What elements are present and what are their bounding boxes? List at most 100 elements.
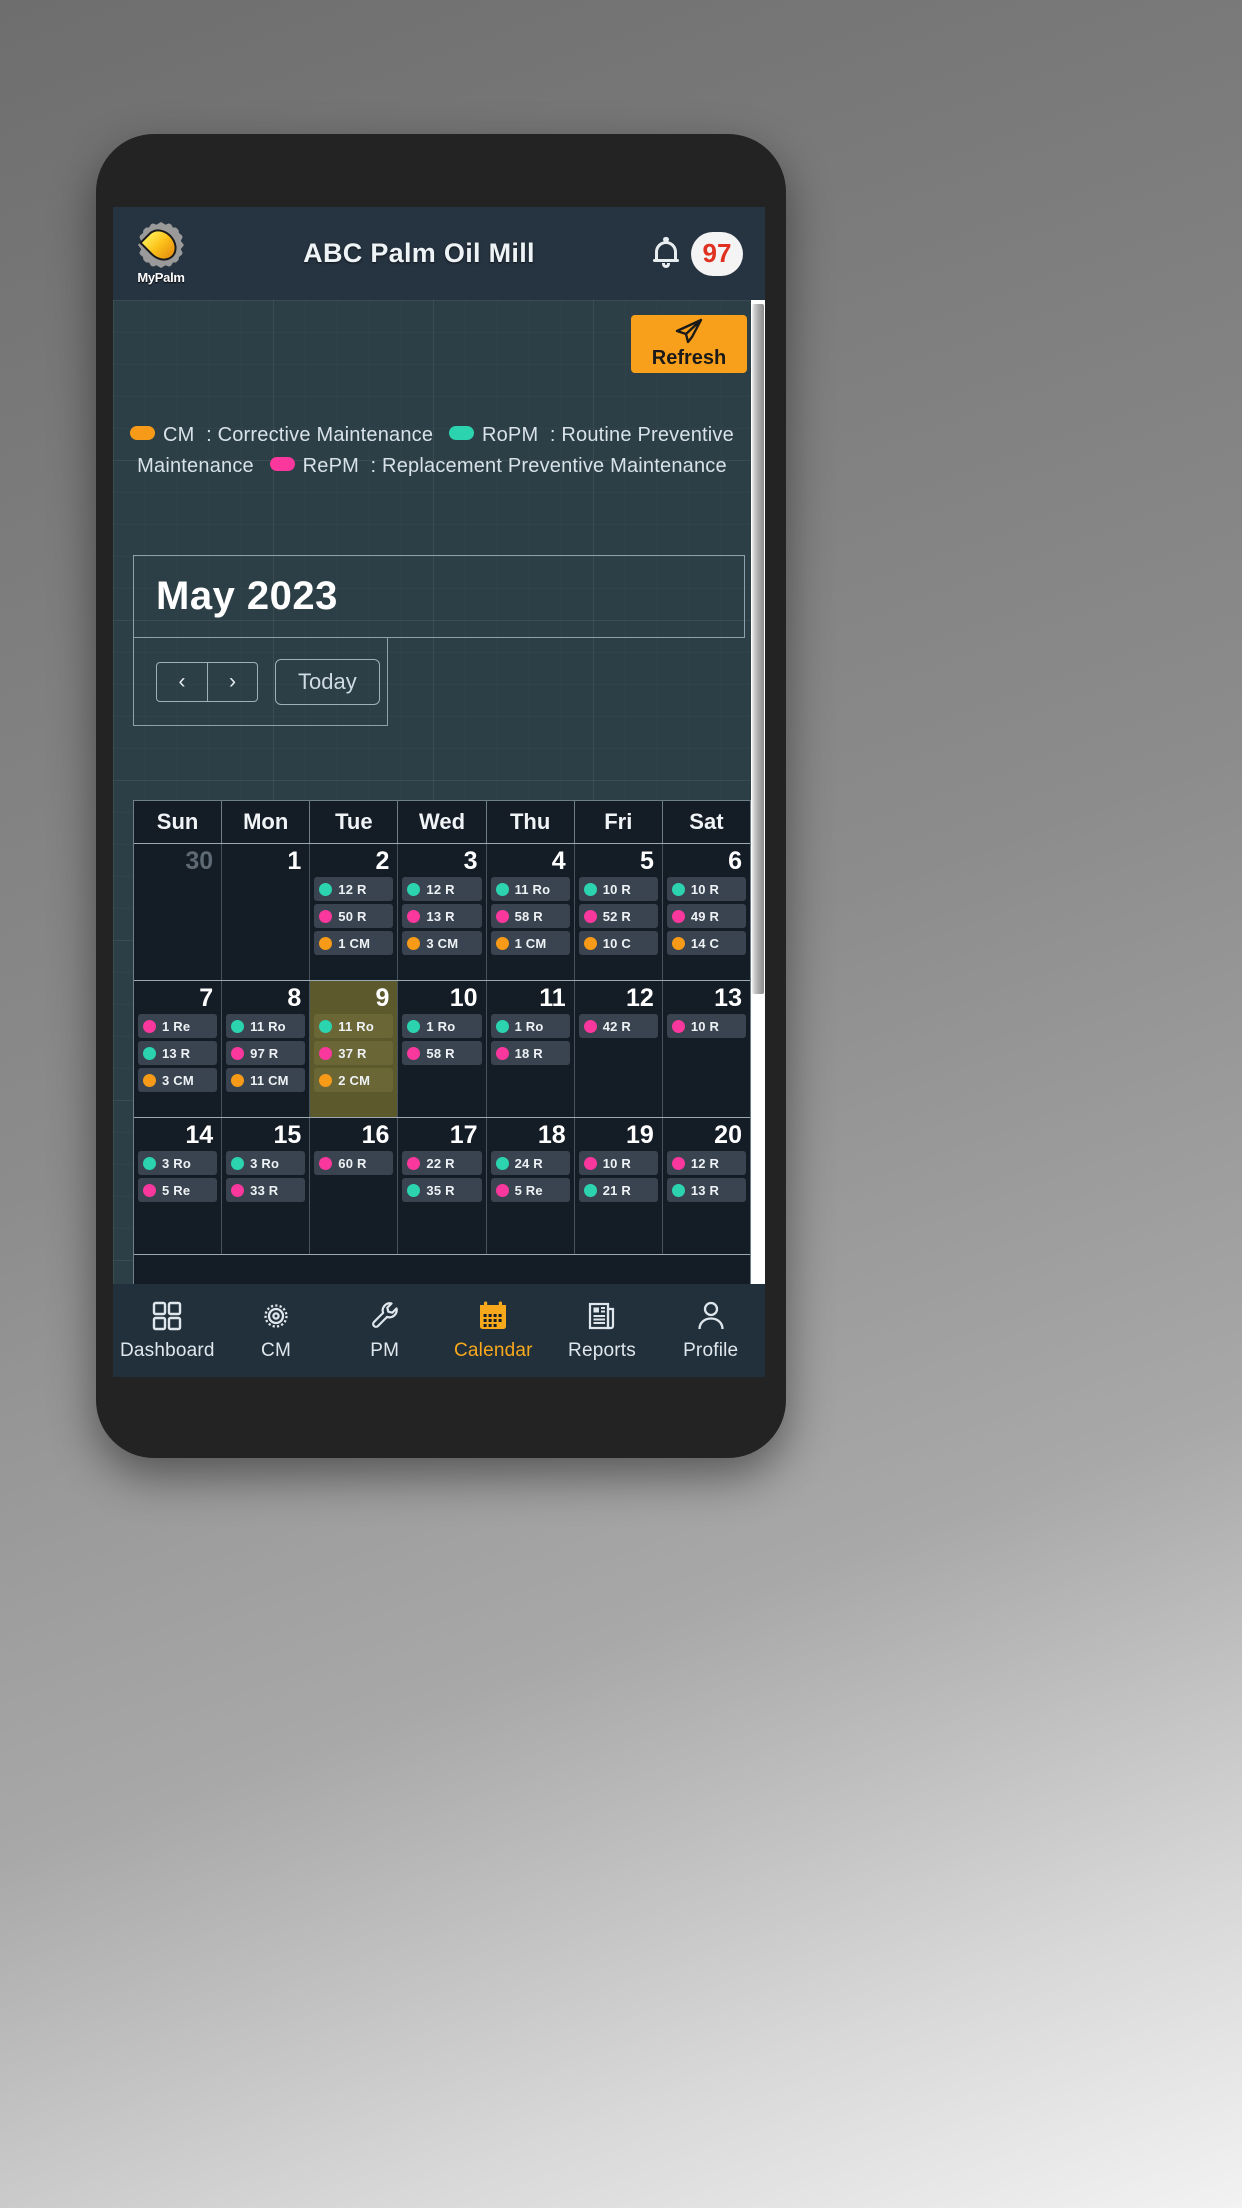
- calendar-day-4[interactable]: 4 11 Ro 58 R 1 CM: [487, 844, 575, 980]
- event-chip-cm[interactable]: 14 C: [666, 931, 746, 955]
- day-number: 16: [361, 1121, 390, 1149]
- event-chip-ropm[interactable]: 11 Ro: [226, 1014, 306, 1038]
- vertical-scrollbar[interactable]: [751, 300, 765, 1377]
- calendar-day-8[interactable]: 8 11 Ro 97 R 11 CM: [222, 981, 311, 1117]
- nav-item-profile[interactable]: Profile: [656, 1299, 765, 1362]
- event-chip-ropm[interactable]: 12 R: [314, 877, 394, 901]
- nav-item-dashboard[interactable]: Dashboard: [113, 1299, 222, 1362]
- brand-label: MyPalm: [137, 270, 185, 285]
- day-number: 11: [539, 984, 566, 1012]
- event-chip-ropm[interactable]: 1 Ro: [490, 1014, 570, 1038]
- event-chip-repm[interactable]: 22 R: [402, 1151, 482, 1175]
- event-chip-repm[interactable]: 18 R: [490, 1041, 570, 1065]
- event-label: 11 Ro: [338, 1018, 374, 1034]
- calendar-day-17[interactable]: 17 22 R 35 R: [398, 1118, 487, 1254]
- event-chip-repm[interactable]: 10 R: [578, 1151, 658, 1175]
- calendar-day-30[interactable]: 30: [134, 844, 223, 980]
- nav-item-reports[interactable]: Reports: [548, 1299, 657, 1362]
- bell-icon[interactable]: [653, 236, 679, 269]
- event-chip-repm[interactable]: 50 R: [314, 904, 394, 928]
- palm-oil-drop-icon: [138, 222, 184, 268]
- scrollbar-thumb[interactable]: [752, 304, 764, 994]
- event-chip-cm[interactable]: 2 CM: [314, 1068, 394, 1092]
- calendar-day-3[interactable]: 3 12 R 13 R 3 CM: [398, 844, 487, 980]
- event-dot-icon: [671, 882, 685, 896]
- event-chip-cm[interactable]: 3 CM: [402, 931, 482, 955]
- event-label: 10 R: [690, 1018, 720, 1034]
- event-chip-ropm[interactable]: 21 R: [578, 1178, 658, 1202]
- event-chip-ropm[interactable]: 3 Ro: [138, 1151, 218, 1175]
- event-chip-ropm[interactable]: 13 R: [138, 1041, 218, 1065]
- calendar-day-10[interactable]: 10 1 Ro 58 R: [398, 981, 487, 1117]
- event-chip-repm[interactable]: 5 Re: [490, 1178, 570, 1202]
- event-chip-repm[interactable]: 37 R: [314, 1041, 394, 1065]
- calendar-day-7[interactable]: 7 1 Re 13 R 3 CM: [134, 981, 223, 1117]
- calendar-day-5[interactable]: 5 10 R 52 R 10 C: [575, 844, 663, 980]
- event-label: 1 Re: [162, 1018, 191, 1034]
- calendar-day-2[interactable]: 2 12 R 50 R 1 CM: [310, 844, 399, 980]
- event-chip-repm[interactable]: 13 R: [402, 904, 482, 928]
- event-chip-ropm[interactable]: 13 R: [666, 1178, 746, 1202]
- nav-item-cm[interactable]: CM: [222, 1299, 331, 1362]
- calendar-day-1[interactable]: 1: [222, 844, 311, 980]
- page-title: ABC Palm Oil Mill: [303, 238, 535, 268]
- event-chip-ropm[interactable]: 24 R: [490, 1151, 570, 1175]
- event-chip-repm[interactable]: 5 Re: [138, 1178, 218, 1202]
- prev-month-button[interactable]: ‹: [157, 663, 207, 701]
- event-chip-repm[interactable]: 60 R: [314, 1151, 394, 1175]
- event-label: 1 CM: [338, 935, 371, 951]
- next-month-button[interactable]: ›: [207, 662, 257, 701]
- calendar-day-6[interactable]: 6 10 R 49 R 14 C: [663, 844, 750, 980]
- calendar-day-19[interactable]: 19 10 R 21 R: [575, 1118, 663, 1254]
- calendar-day-9[interactable]: 9 11 Ro 37 R 2 CM: [310, 981, 399, 1117]
- event-chip-repm[interactable]: 58 R: [490, 904, 570, 928]
- calendar-dow-sat: Sat: [689, 809, 724, 834]
- nav-item-calendar[interactable]: Calendar: [439, 1299, 548, 1362]
- event-chip-cm[interactable]: 10 C: [578, 931, 658, 955]
- calendar-day-14[interactable]: 14 3 Ro 5 Re: [134, 1118, 223, 1254]
- event-chip-repm[interactable]: 58 R: [402, 1041, 482, 1065]
- event-label: 35 R: [426, 1182, 455, 1198]
- event-chip-repm[interactable]: 42 R: [578, 1014, 658, 1038]
- event-chip-repm[interactable]: 97 R: [226, 1041, 306, 1065]
- calendar-day-18[interactable]: 18 24 R 5 Re: [487, 1118, 575, 1254]
- event-chip-ropm[interactable]: 11 Ro: [490, 877, 570, 901]
- event-dot-icon: [583, 882, 597, 896]
- event-chip-repm[interactable]: 12 R: [666, 1151, 746, 1175]
- event-chip-repm[interactable]: 49 R: [666, 904, 746, 928]
- calendar-day-11[interactable]: 11 1 Ro 18 R: [487, 981, 575, 1117]
- event-chip-repm[interactable]: 10 R: [666, 1014, 746, 1038]
- event-chip-ropm[interactable]: 11 Ro: [314, 1014, 394, 1038]
- event-chip-repm[interactable]: 33 R: [226, 1178, 306, 1202]
- event-chip-cm[interactable]: 1 CM: [314, 931, 394, 955]
- today-button[interactable]: Today: [275, 658, 380, 705]
- calendar-day-16[interactable]: 16 60 R: [310, 1118, 399, 1254]
- event-chip-ropm[interactable]: 1 Ro: [402, 1014, 482, 1038]
- event-chip-cm[interactable]: 11 CM: [226, 1068, 306, 1092]
- event-dot-icon: [671, 1019, 685, 1033]
- calendar-day-15[interactable]: 15 3 Ro 33 R: [222, 1118, 311, 1254]
- event-chip-ropm[interactable]: 10 R: [666, 877, 746, 901]
- event-chip-ropm[interactable]: 10 R: [578, 877, 658, 901]
- send-plane-icon: [674, 318, 704, 347]
- calendar-day-13[interactable]: 13 10 R: [663, 981, 750, 1117]
- event-chip-repm[interactable]: 1 Re: [138, 1014, 218, 1038]
- notification-badge[interactable]: 97: [691, 231, 743, 276]
- event-chip-cm[interactable]: 3 CM: [138, 1068, 218, 1092]
- calendar-day-20[interactable]: 20 12 R 13 R: [663, 1118, 750, 1254]
- event-chip-ropm[interactable]: 35 R: [402, 1178, 482, 1202]
- event-dot-icon: [495, 936, 509, 950]
- refresh-button[interactable]: Refresh: [631, 315, 747, 373]
- event-dot-icon: [495, 882, 509, 896]
- day-events: 12 R 50 R 1 CM: [314, 877, 394, 955]
- event-dot-icon: [495, 1156, 509, 1170]
- legend-repm-code: RePM: [302, 455, 360, 477]
- nav-item-pm[interactable]: PM: [330, 1299, 439, 1362]
- event-chip-ropm[interactable]: 12 R: [402, 877, 482, 901]
- app-bar: MyPalm ABC Palm Oil Mill 97: [113, 207, 765, 300]
- event-label: 11 CM: [250, 1072, 289, 1088]
- event-chip-ropm[interactable]: 3 Ro: [226, 1151, 306, 1175]
- calendar-day-12[interactable]: 12 42 R: [575, 981, 663, 1117]
- event-chip-repm[interactable]: 52 R: [578, 904, 658, 928]
- event-chip-cm[interactable]: 1 CM: [490, 931, 570, 955]
